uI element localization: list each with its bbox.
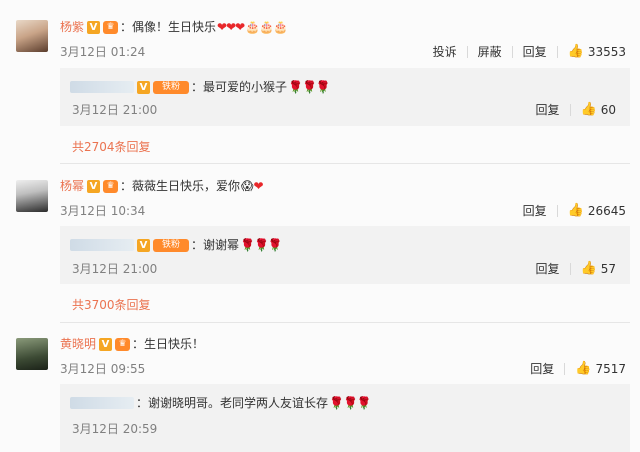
comment-line: 杨幂 V ♛ ：薇薇生日快乐，爱你 😱 ❤ bbox=[60, 176, 264, 196]
reply-author-name[interactable] bbox=[70, 397, 134, 409]
comment-time: 3月12日 01:24 bbox=[60, 45, 146, 59]
reply-button[interactable]: 回复 bbox=[530, 360, 554, 377]
fan-tag: 铁粉 bbox=[153, 238, 189, 252]
reply-author-name[interactable] bbox=[70, 239, 134, 251]
comment-actions: 回复 👍 26645 bbox=[523, 202, 626, 219]
reply-button[interactable]: 回复 bbox=[523, 43, 547, 60]
avatar[interactable] bbox=[16, 180, 48, 212]
reply-time: 3月12日 21:00 bbox=[72, 103, 158, 117]
reply-button[interactable]: 回复 bbox=[523, 202, 547, 219]
divider bbox=[466, 45, 468, 58]
reply-line: V 铁粉 ：谢谢幂 🌹🌹🌹 bbox=[70, 235, 283, 255]
divider bbox=[569, 103, 571, 116]
cake-emoji: 🎂🎂🎂 bbox=[245, 20, 288, 34]
comment-actions: 投诉 屏蔽 回复 👍 33553 bbox=[433, 43, 626, 60]
reply-time: 3月12日 21:00 bbox=[72, 262, 158, 276]
rose-emoji: 🌹🌹🌹 bbox=[329, 396, 372, 410]
block-button[interactable]: 屏蔽 bbox=[478, 43, 502, 60]
reply-button[interactable]: 回复 bbox=[536, 260, 560, 277]
reply-button[interactable]: 回复 bbox=[536, 101, 560, 118]
verified-badge: V bbox=[137, 80, 150, 94]
thumbs-up-icon[interactable]: 👍 bbox=[581, 102, 597, 117]
report-button[interactable]: 投诉 bbox=[433, 43, 457, 60]
fan-tag: 铁粉 bbox=[153, 80, 189, 94]
like-count: 57 bbox=[600, 261, 616, 276]
divider bbox=[556, 45, 558, 58]
reply-line: ：谢谢晓明哥。老同学两人友谊长存 🌹🌹🌹 bbox=[70, 393, 372, 413]
reply-text: ：最可爱的小猴子 bbox=[191, 80, 288, 94]
like-count: 33553 bbox=[587, 44, 626, 59]
reply-author-name[interactable] bbox=[70, 81, 134, 93]
divider bbox=[60, 322, 630, 323]
reply-time: 3月12日 20:59 bbox=[72, 422, 158, 436]
thumbs-up-icon[interactable]: 👍 bbox=[581, 261, 597, 276]
more-replies-link[interactable]: 共2704条回复 bbox=[72, 138, 151, 155]
divider bbox=[556, 204, 558, 217]
reply-actions: 回复 👍 60 bbox=[536, 101, 616, 118]
thumbs-up-icon[interactable]: 👍 bbox=[568, 203, 584, 218]
reply-box: V 铁粉 ：谢谢幂 🌹🌹🌹 3月12日 21:00 回复 👍 57 bbox=[60, 226, 630, 284]
commenter-name[interactable]: 杨紫 bbox=[60, 17, 84, 37]
comment-time: 3月12日 10:34 bbox=[60, 204, 146, 218]
comment-text: ：生日快乐！ bbox=[132, 337, 205, 351]
avatar[interactable] bbox=[16, 20, 48, 52]
like-count: 60 bbox=[600, 102, 616, 117]
commenter-name[interactable]: 杨幂 bbox=[60, 176, 84, 196]
avatar[interactable] bbox=[16, 338, 48, 370]
verified-badge: V bbox=[99, 337, 113, 351]
divider bbox=[564, 362, 566, 375]
reply-text: ：谢谢幂 bbox=[191, 238, 240, 252]
reply-text: ：谢谢晓明哥。老同学两人友谊长存 bbox=[136, 396, 329, 410]
divider bbox=[60, 163, 630, 164]
comment-text: ：偶像！生日快乐 bbox=[120, 20, 217, 34]
verified-badge: V bbox=[87, 179, 101, 193]
comment-line: 杨紫 V ♛ ：偶像！生日快乐 ❤❤❤ 🎂🎂🎂 bbox=[60, 17, 288, 37]
divider bbox=[511, 45, 513, 58]
reply-line: V 铁粉 ：最可爱的小猴子 🌹🌹🌹 bbox=[70, 77, 331, 97]
heart-emoji: ❤❤❤ bbox=[217, 20, 245, 34]
rose-emoji: 🌹🌹🌹 bbox=[240, 238, 283, 252]
rose-emoji: 🌹🌹🌹 bbox=[288, 80, 331, 94]
crown-icon: ♛ bbox=[115, 337, 131, 351]
comment-text: ：薇薇生日快乐，爱你 bbox=[120, 179, 241, 193]
verified-badge: V bbox=[87, 20, 101, 34]
shocked-emoji: 😱 bbox=[241, 179, 253, 193]
crown-icon: ♛ bbox=[103, 20, 119, 34]
heart-emoji: ❤ bbox=[253, 179, 264, 193]
reply-box: V 铁粉 ：最可爱的小猴子 🌹🌹🌹 3月12日 21:00 回复 👍 60 bbox=[60, 68, 630, 126]
comment-time: 3月12日 09:55 bbox=[60, 362, 146, 376]
more-replies-link[interactable]: 共3700条回复 bbox=[72, 296, 151, 313]
like-count: 26645 bbox=[587, 203, 626, 218]
reply-actions: 回复 👍 57 bbox=[536, 260, 616, 277]
crown-icon: ♛ bbox=[103, 179, 119, 193]
comment-line: 黄晓明 V ♛ ：生日快乐！ bbox=[60, 334, 204, 354]
commenter-name[interactable]: 黄晓明 bbox=[60, 334, 96, 354]
verified-badge: V bbox=[137, 238, 150, 252]
like-count: 7517 bbox=[595, 361, 626, 376]
thumbs-up-icon[interactable]: 👍 bbox=[568, 44, 584, 59]
thumbs-up-icon[interactable]: 👍 bbox=[575, 361, 591, 376]
reply-box: ：谢谢晓明哥。老同学两人友谊长存 🌹🌹🌹 3月12日 20:59 bbox=[60, 384, 630, 452]
divider bbox=[569, 262, 571, 275]
comment-actions: 回复 👍 7517 bbox=[530, 360, 626, 377]
